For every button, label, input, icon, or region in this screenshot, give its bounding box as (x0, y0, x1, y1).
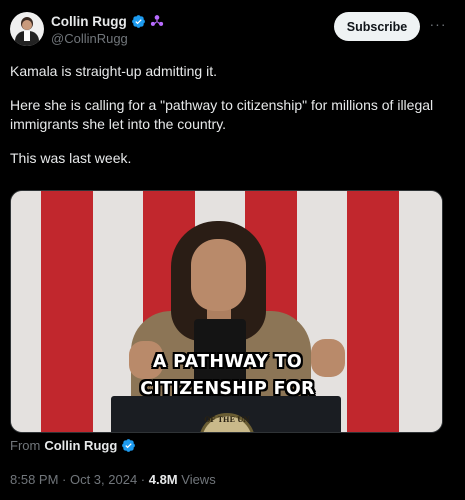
caption-line: A PATHWAY TO (152, 352, 303, 372)
speaker-face (191, 239, 246, 311)
display-name-row: Collin Rugg (51, 12, 164, 30)
verified-badge-icon (131, 14, 145, 28)
verified-badge-icon (122, 439, 136, 452)
tweet-paragraph: Here she is calling for a "pathway to ci… (10, 97, 434, 132)
tweet-paragraph: This was last week. (10, 150, 132, 166)
media-attribution: From Collin Rugg (10, 438, 136, 453)
display-name[interactable]: Collin Rugg (51, 14, 127, 29)
views-count: 4.8M (148, 472, 178, 487)
tweet-header: Collin Rugg @CollinRugg Subscribe ··· (10, 12, 455, 52)
tweet-paragraph: Kamala is straight-up admitting it. (10, 63, 217, 79)
attribution-prefix: From (10, 438, 41, 453)
video-caption: A PATHWAY TO CITIZENSHIP FOR (11, 349, 442, 403)
seal-text: OF THE UN (204, 415, 250, 424)
avatar-shirt (24, 31, 30, 41)
author-names: Collin Rugg @CollinRugg (51, 12, 164, 46)
tweet-text: Kamala is straight-up admitting it. Here… (10, 62, 450, 183)
attribution-name[interactable]: Collin Rugg (44, 438, 117, 453)
avatar-face (22, 20, 32, 30)
views-label: Views (177, 472, 216, 487)
tweet-meta: 8:58 PM · Oct 3, 2024 · 4.8M Views (10, 472, 216, 487)
caption-line: CITIZENSHIP FOR (140, 379, 315, 399)
subscribe-button[interactable]: Subscribe (334, 12, 420, 41)
avatar[interactable] (10, 12, 44, 46)
author-handle[interactable]: @CollinRugg (51, 31, 164, 46)
timestamp[interactable]: 8:58 PM · Oct 3, 2024 · (10, 472, 149, 487)
affiliation-badge-icon (150, 15, 163, 26)
more-options-icon[interactable]: ··· (428, 16, 448, 36)
video-media[interactable]: OF THE UN A PATHWAY TO CITIZENSHIP FOR (10, 190, 443, 433)
